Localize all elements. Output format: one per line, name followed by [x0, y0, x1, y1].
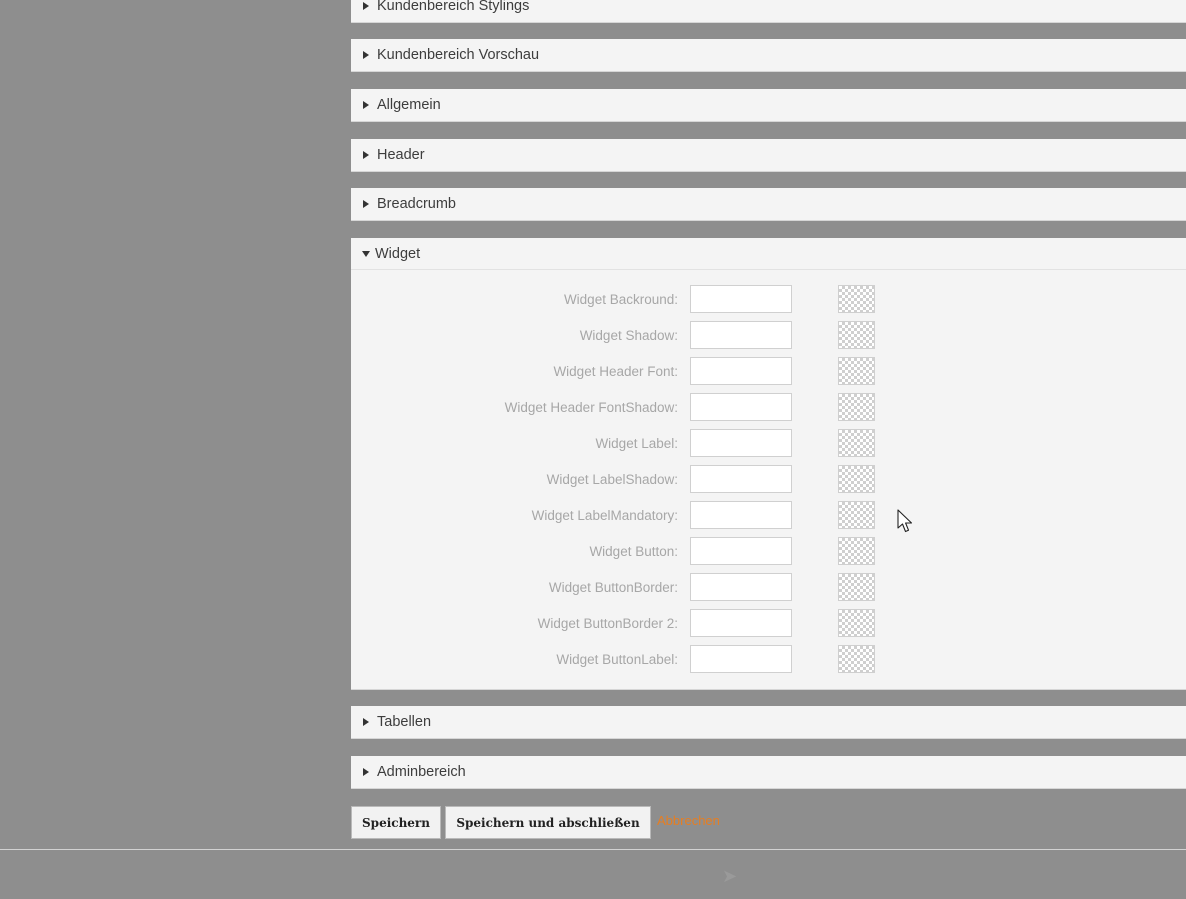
widget-buttonborder-input[interactable]	[690, 573, 792, 601]
color-swatch[interactable]	[838, 393, 875, 421]
section-header[interactable]: Tabellen	[351, 706, 1186, 738]
field-label: Widget Button:	[589, 544, 678, 559]
save-and-close-button[interactable]: Speichern und abschließen	[445, 806, 651, 839]
settings-page: Kundenbereich Stylings Kundenbereich Vor…	[0, 0, 1186, 899]
widget-buttonlabel-input[interactable]	[690, 645, 792, 673]
section-adminbereich[interactable]: Adminbereich	[351, 756, 1186, 789]
widget-header-font-input[interactable]	[690, 357, 792, 385]
field-label: Widget LabelShadow:	[546, 472, 678, 487]
color-swatch[interactable]	[838, 537, 875, 565]
color-swatch[interactable]	[838, 609, 875, 637]
section-header[interactable]: Kundenbereich Vorschau	[351, 39, 1186, 71]
color-swatch[interactable]	[838, 465, 875, 493]
footer-divider	[0, 849, 1186, 850]
section-title: Header	[377, 147, 425, 163]
section-kundenbereich-stylings[interactable]: Kundenbereich Stylings	[351, 0, 1186, 23]
color-swatch[interactable]	[838, 429, 875, 457]
field-row-widget-buttonlabel: Widget ButtonLabel:	[351, 645, 1186, 674]
save-button[interactable]: Speichern	[351, 806, 441, 839]
field-row-widget-buttonborder-2: Widget ButtonBorder 2:	[351, 609, 1186, 638]
triangle-right-icon	[363, 768, 369, 776]
color-swatch[interactable]	[838, 357, 875, 385]
section-header[interactable]: Breadcrumb	[351, 188, 1186, 220]
widget-button-input[interactable]	[690, 537, 792, 565]
section-allgemein[interactable]: Allgemein	[351, 89, 1186, 122]
arrow-right-icon[interactable]: ➤	[722, 866, 737, 887]
widget-buttonborder-2-input[interactable]	[690, 609, 792, 637]
section-widget: Widget Widget Backround: Widget Shadow: …	[351, 238, 1186, 690]
section-header[interactable]: Kundenbereich Stylings	[351, 0, 1186, 22]
color-swatch[interactable]	[838, 501, 875, 529]
section-tabellen[interactable]: Tabellen	[351, 706, 1186, 739]
mouse-pointer-icon	[897, 509, 913, 533]
widget-background-input[interactable]	[690, 285, 792, 313]
widget-fields: Widget Backround: Widget Shadow: Widget …	[351, 270, 1186, 689]
field-label: Widget Header Font:	[553, 364, 678, 379]
section-title: Kundenbereich Vorschau	[377, 47, 540, 63]
section-title: Widget	[375, 245, 421, 262]
field-row-widget-label: Widget Label:	[351, 429, 1186, 458]
section-header[interactable]: Adminbereich	[351, 756, 1186, 788]
field-label: Widget ButtonLabel:	[556, 652, 678, 667]
widget-header-fontshadow-input[interactable]	[690, 393, 792, 421]
triangle-right-icon	[363, 200, 369, 208]
section-header[interactable]: Allgemein	[351, 89, 1186, 121]
section-title: Tabellen	[377, 714, 432, 730]
widget-labelmandatory-input[interactable]	[690, 501, 792, 529]
widget-shadow-input[interactable]	[690, 321, 792, 349]
cancel-link[interactable]: Abbrechen	[657, 813, 720, 828]
triangle-right-icon	[363, 151, 369, 159]
field-row-widget-header-fontshadow: Widget Header FontShadow:	[351, 393, 1186, 422]
field-label: Widget Shadow:	[579, 328, 678, 343]
section-title: Kundenbereich Stylings	[377, 0, 530, 14]
section-title: Adminbereich	[377, 764, 466, 780]
field-label: Widget ButtonBorder:	[548, 580, 678, 595]
section-header[interactable]: Header	[351, 139, 1186, 172]
field-row-widget-shadow: Widget Shadow:	[351, 321, 1186, 350]
field-row-widget-header-font: Widget Header Font:	[351, 357, 1186, 386]
field-label: Widget Label:	[595, 436, 678, 451]
section-title: Breadcrumb	[377, 196, 456, 212]
field-row-widget-labelshadow: Widget LabelShadow:	[351, 465, 1186, 494]
field-row-widget-background: Widget Backround:	[351, 285, 1186, 314]
section-breadcrumb[interactable]: Breadcrumb	[351, 188, 1186, 221]
section-kundenbereich-vorschau[interactable]: Kundenbereich Vorschau	[351, 39, 1186, 72]
field-label: Widget Backround:	[563, 292, 678, 307]
field-label: Widget LabelMandatory:	[531, 508, 678, 523]
triangle-right-icon	[363, 51, 369, 59]
color-swatch[interactable]	[838, 645, 875, 673]
triangle-right-icon	[363, 718, 369, 726]
triangle-down-icon	[362, 250, 370, 257]
color-swatch[interactable]	[838, 321, 875, 349]
section-title: Allgemein	[377, 97, 441, 113]
field-row-widget-buttonborder: Widget ButtonBorder:	[351, 573, 1186, 602]
field-label: Widget Header FontShadow:	[504, 400, 678, 415]
widget-labelshadow-input[interactable]	[690, 465, 792, 493]
color-swatch[interactable]	[838, 573, 875, 601]
widget-label-input[interactable]	[690, 429, 792, 457]
triangle-right-icon	[363, 2, 369, 10]
triangle-right-icon	[363, 101, 369, 109]
field-label: Widget ButtonBorder 2:	[537, 616, 678, 631]
field-row-widget-labelmandatory: Widget LabelMandatory:	[351, 501, 1186, 530]
section-header-bar[interactable]: Header	[351, 139, 1186, 171]
color-swatch[interactable]	[838, 285, 875, 313]
section-header[interactable]: Widget	[351, 238, 1186, 270]
field-row-widget-button: Widget Button:	[351, 537, 1186, 566]
